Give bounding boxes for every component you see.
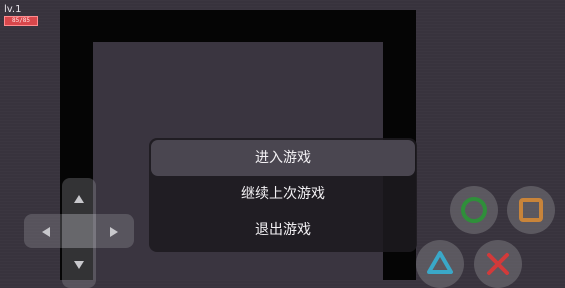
cross-button[interactable]: [474, 240, 522, 288]
dpad-left-button[interactable]: [36, 222, 56, 242]
player-level: lv.1: [4, 4, 22, 15]
menu-item-exit-game[interactable]: 退出游戏: [149, 212, 417, 248]
dpad: [24, 178, 134, 288]
triangle-button[interactable]: [416, 240, 464, 288]
circle-icon: [461, 197, 487, 223]
arrow-right-icon: [110, 227, 118, 237]
menu-item-enter-game[interactable]: 进入游戏: [151, 140, 415, 176]
cross-icon: [487, 253, 509, 275]
arrow-down-icon: [74, 261, 84, 269]
player-hud: lv.1 85/85: [4, 4, 38, 26]
triangle-icon: [427, 251, 453, 274]
square-button[interactable]: [507, 186, 555, 234]
dpad-center: [62, 214, 96, 248]
arrow-left-icon: [42, 227, 50, 237]
arrow-up-icon: [74, 195, 84, 203]
dpad-up-button[interactable]: [69, 190, 89, 210]
hp-bar: 85/85: [4, 16, 38, 26]
circle-button[interactable]: [450, 186, 498, 234]
square-icon: [519, 198, 543, 222]
main-menu: 进入游戏 继续上次游戏 退出游戏: [149, 138, 417, 252]
dpad-down-button[interactable]: [69, 254, 89, 274]
dpad-right-button[interactable]: [104, 222, 124, 242]
menu-item-continue-game[interactable]: 继续上次游戏: [149, 176, 417, 212]
